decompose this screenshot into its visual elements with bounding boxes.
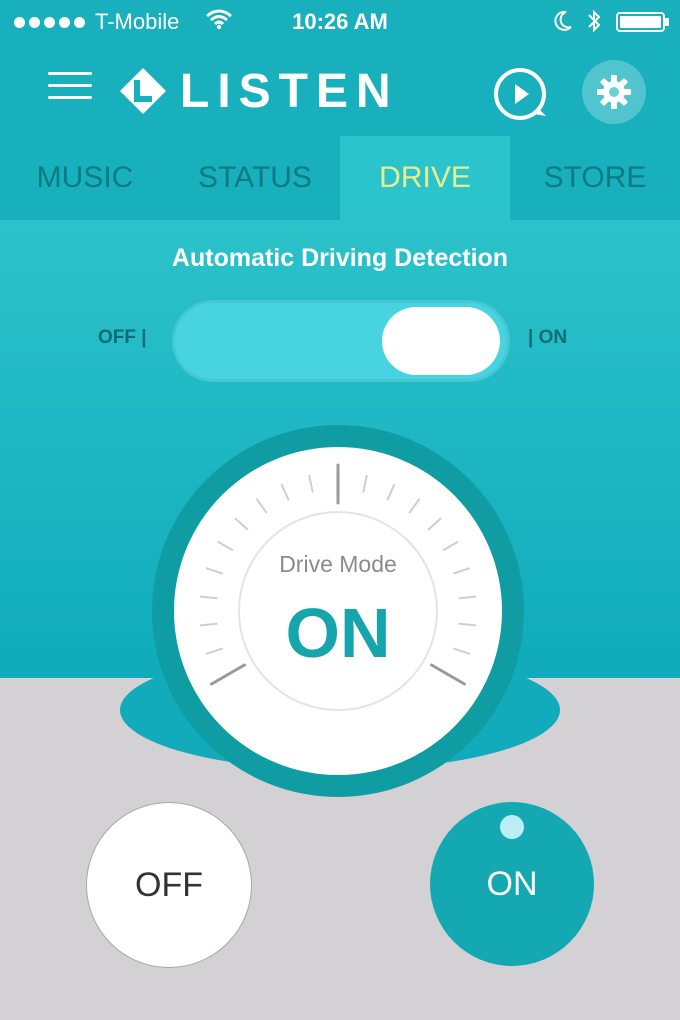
play-chat-icon[interactable]: [490, 64, 550, 124]
tab-bar: MUSIC STATUS DRIVE STORE: [0, 136, 680, 220]
signal-dots-icon: [14, 15, 89, 28]
detection-title: Automatic Driving Detection: [171, 244, 509, 272]
app-header: LISTEN: [0, 44, 680, 136]
toggle-off-label: OFF |: [98, 327, 147, 348]
dial-label: Drive Mode: [279, 551, 397, 577]
moon-icon: [554, 10, 572, 31]
tab-store[interactable]: STORE: [510, 136, 680, 220]
wifi-icon: [206, 9, 232, 30]
battery-icon: [616, 12, 669, 32]
tab-music[interactable]: MUSIC: [0, 136, 170, 220]
logo-icon: [120, 68, 166, 114]
auto-detection-toggle[interactable]: [172, 300, 510, 382]
bluetooth-icon: [588, 9, 601, 33]
dial-value: ON: [285, 594, 391, 672]
gear-icon: [597, 75, 631, 109]
carrier-name: T-Mobile: [95, 9, 180, 34]
toggle-knob[interactable]: [382, 307, 500, 375]
tab-status[interactable]: STATUS: [170, 136, 340, 220]
toggle-on-label: | ON: [528, 327, 568, 348]
brand-name: LISTEN: [180, 65, 399, 118]
hamburger-menu-icon[interactable]: [48, 72, 92, 108]
settings-button[interactable]: [582, 60, 646, 124]
status-bar: T-Mobile 10:26 AM: [0, 0, 680, 44]
off-button[interactable]: OFF: [86, 802, 252, 968]
app-screen: T-Mobile 10:26 AM LISTEN MUSIC STATUS DR…: [0, 0, 680, 1020]
active-indicator-dot: [500, 815, 524, 839]
tab-drive[interactable]: DRIVE: [340, 136, 510, 220]
off-button-label: OFF: [135, 866, 203, 904]
